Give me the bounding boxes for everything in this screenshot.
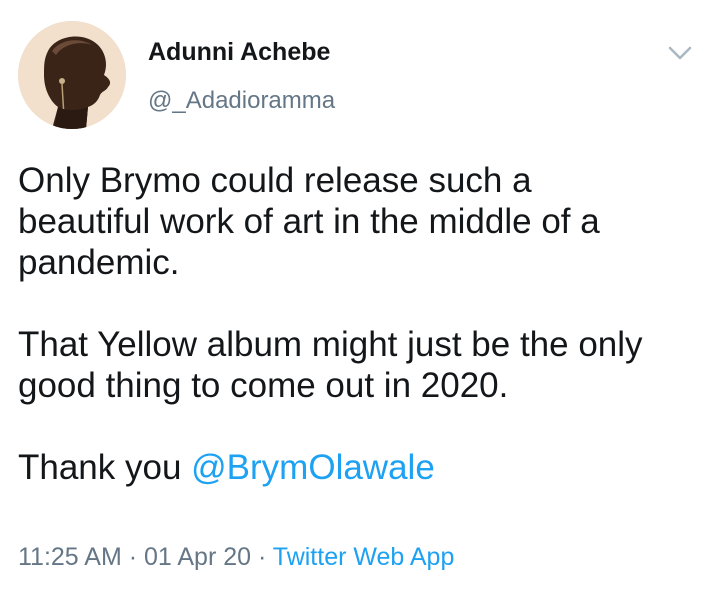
- tweet-time[interactable]: 11:25 AM: [18, 543, 122, 571]
- tweet-text-line: That Yellow album might just be the only: [18, 325, 643, 364]
- tweet-text-line: good thing to come out in 2020.: [18, 366, 509, 405]
- tweet-text-line-with-mention: Thank you @BrymOlawale: [18, 447, 698, 488]
- tweet-text: Only Brymo could release such a beautifu…: [18, 160, 698, 488]
- tweet-text-line: beautiful work of art in the middle of a: [18, 202, 600, 241]
- avatar[interactable]: [18, 21, 126, 129]
- mention-link[interactable]: @BrymOlawale: [191, 448, 435, 487]
- tweet-text-line: Only Brymo could release such a: [18, 161, 532, 200]
- separator: ·: [251, 543, 273, 571]
- tweet-text-fragment: Thank you: [18, 448, 192, 487]
- tweet-text-line: pandemic.: [18, 243, 180, 282]
- tweet-card: Adunni Achebe @_Adadioramma Only Brymo c…: [0, 0, 712, 594]
- avatar-image: [18, 21, 126, 129]
- tweet-metadata: 11:25 AM · 01 Apr 20 · Twitter Web App: [18, 543, 454, 572]
- source-link[interactable]: Twitter Web App: [273, 543, 455, 571]
- tweet-date[interactable]: 01 Apr 20: [144, 543, 251, 571]
- user-handle[interactable]: @_Adadioramma: [148, 87, 335, 115]
- display-name[interactable]: Adunni Achebe: [148, 38, 330, 67]
- chevron-down-icon[interactable]: [665, 40, 695, 66]
- separator: ·: [121, 543, 144, 571]
